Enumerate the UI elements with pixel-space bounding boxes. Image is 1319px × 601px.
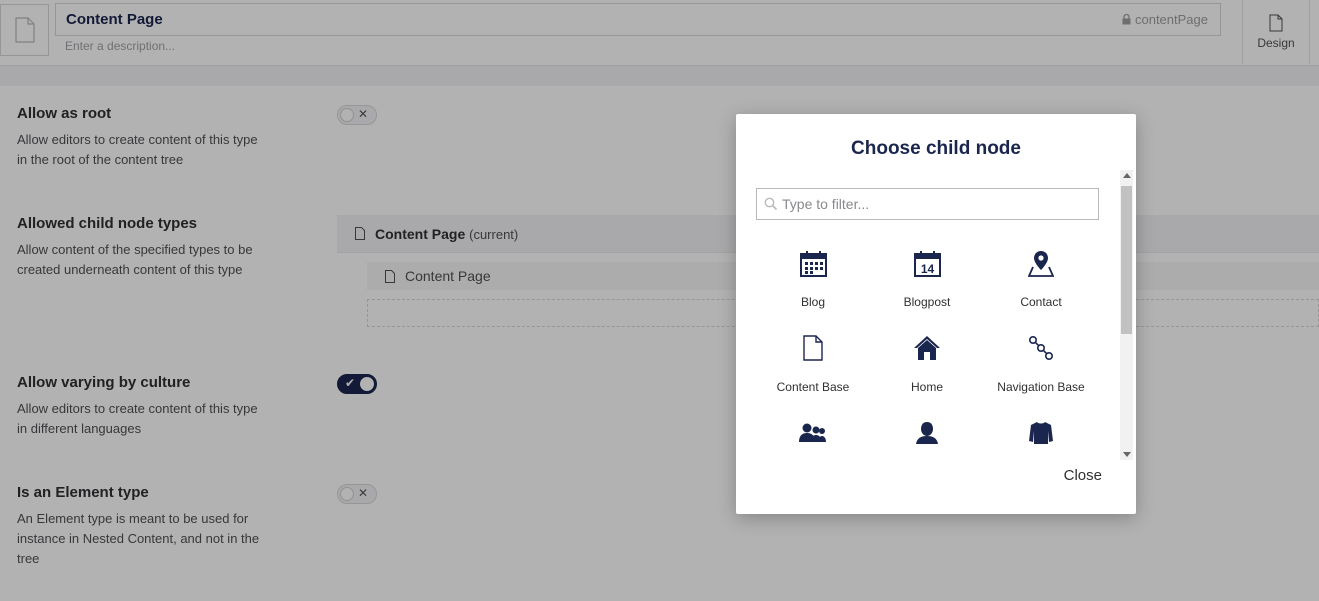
document-icon (803, 335, 823, 361)
choose-child-node-dialog: Choose child node Blog (736, 114, 1136, 514)
node-type-users[interactable] (756, 416, 870, 456)
user-icon (916, 422, 938, 444)
home-icon (914, 336, 940, 360)
child-node-grid: Blog 14 Blogpost Contact Content Base Ho… (756, 246, 1099, 456)
node-type-label: Home (910, 380, 943, 394)
shirt-icon (1029, 422, 1053, 444)
node-type-shirt[interactable] (984, 416, 1098, 456)
node-type-blog[interactable]: Blog (756, 246, 870, 324)
node-type-label: Blog (800, 295, 826, 309)
node-type-label: Content Base (776, 380, 850, 394)
dialog-title: Choose child node (851, 138, 1021, 159)
filter-field[interactable] (756, 188, 1099, 220)
users-icon (799, 423, 826, 442)
calendar-day-number: 14 (920, 262, 934, 276)
node-type-user[interactable] (870, 416, 984, 456)
node-type-home[interactable]: Home (870, 331, 984, 409)
node-type-content-base[interactable]: Content Base (756, 331, 870, 409)
close-button[interactable]: Close (1064, 467, 1102, 484)
calendar-icon (799, 250, 827, 277)
scrollbar-thumb[interactable] (1121, 186, 1132, 334)
node-type-label: Navigation Base (997, 380, 1085, 394)
calendar-14-icon: 14 (913, 250, 941, 277)
filter-input[interactable] (782, 192, 1092, 216)
node-type-label: Contact (1020, 295, 1062, 309)
node-type-navigation-base[interactable]: Navigation Base (984, 331, 1098, 409)
search-icon (764, 197, 778, 211)
scroll-up-arrow[interactable] (1123, 173, 1131, 178)
sitemap-icon (1028, 335, 1053, 360)
grid-scrollbar[interactable] (1120, 170, 1133, 460)
scroll-down-arrow[interactable] (1123, 452, 1131, 457)
node-type-blogpost[interactable]: 14 Blogpost (870, 246, 984, 324)
map-location-icon (1028, 250, 1054, 277)
node-type-contact[interactable]: Contact (984, 246, 1098, 324)
node-type-label: Blogpost (903, 295, 951, 309)
